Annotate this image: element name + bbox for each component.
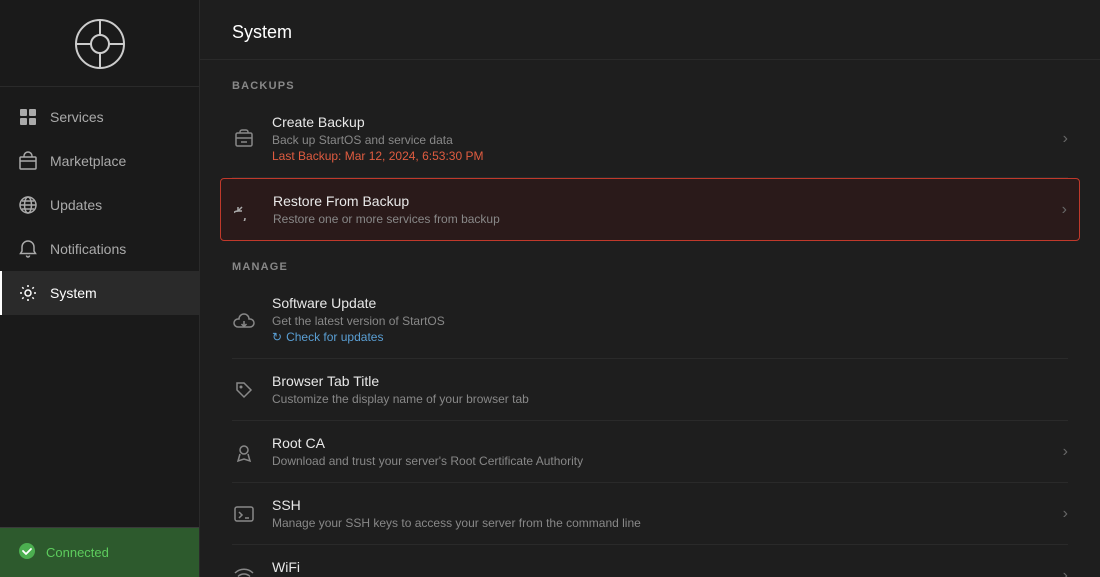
browser-tab-text: Browser Tab Title Customize the display … [272, 373, 1068, 406]
sidebar-item-label: System [50, 285, 97, 301]
bell-icon [18, 239, 38, 259]
connected-label: Connected [46, 545, 109, 560]
sidebar-item-notifications[interactable]: Notifications [0, 227, 199, 271]
logo-area [0, 0, 199, 87]
sidebar-item-label: Notifications [50, 241, 126, 257]
grid-icon [18, 107, 38, 127]
root-ca-desc: Download and trust your server's Root Ce… [272, 454, 1047, 468]
software-update-desc: Get the latest version of StartOS [272, 314, 1068, 328]
list-item-root-ca[interactable]: Root CA Download and trust your server's… [232, 421, 1068, 483]
page-title: System [232, 22, 292, 42]
wifi-title: WiFi [272, 559, 1047, 575]
wifi-text: WiFi Add or remove WiFi networks [272, 559, 1047, 577]
create-backup-title: Create Backup [272, 114, 1047, 130]
create-backup-text: Create Backup Back up StartOS and servic… [272, 114, 1047, 163]
list-item-software-update[interactable]: Software Update Get the latest version o… [232, 281, 1068, 359]
browser-tab-title: Browser Tab Title [272, 373, 1068, 389]
ssh-chevron: › [1063, 505, 1068, 523]
app-logo [74, 18, 126, 70]
create-backup-sub: Last Backup: Mar 12, 2024, 6:53:30 PM [272, 149, 1047, 163]
restore-backup-desc: Restore one or more services from backup [273, 212, 1046, 226]
sidebar-item-updates[interactable]: Updates [0, 183, 199, 227]
sidebar-item-system[interactable]: System [0, 271, 199, 315]
create-backup-chevron: › [1063, 130, 1068, 148]
ssh-title: SSH [272, 497, 1047, 513]
restore-icon [233, 198, 257, 222]
sidebar-item-label: Services [50, 109, 104, 125]
certificate-icon [232, 440, 256, 464]
backup-icon [232, 127, 256, 151]
sidebar: Services Marketplace Updates Notificatio… [0, 0, 200, 577]
list-item-restore-backup[interactable]: Restore From Backup Restore one or more … [220, 178, 1080, 241]
restore-backup-text: Restore From Backup Restore one or more … [273, 193, 1046, 226]
ssh-text: SSH Manage your SSH keys to access your … [272, 497, 1047, 530]
list-item-ssh[interactable]: SSH Manage your SSH keys to access your … [232, 483, 1068, 545]
restore-backup-chevron: › [1062, 201, 1067, 219]
sidebar-item-label: Marketplace [50, 153, 126, 169]
sidebar-item-services[interactable]: Services [0, 95, 199, 139]
ssh-desc: Manage your SSH keys to access your serv… [272, 516, 1047, 530]
gear-icon [18, 283, 38, 303]
software-update-title: Software Update [272, 295, 1068, 311]
main-content: System BACKUPS Create Backup Back up Sta… [200, 0, 1100, 577]
section-header-backups: BACKUPS [232, 60, 1068, 100]
marketplace-icon [18, 151, 38, 171]
root-ca-title: Root CA [272, 435, 1047, 451]
globe-icon [18, 195, 38, 215]
nav-items: Services Marketplace Updates Notificatio… [0, 87, 199, 527]
tag-icon [232, 378, 256, 402]
content-area: BACKUPS Create Backup Back up StartOS an… [200, 60, 1100, 577]
root-ca-chevron: › [1063, 443, 1068, 461]
terminal-icon [232, 502, 256, 526]
check-updates-link[interactable]: ↻ Check for updates [272, 330, 1068, 344]
restore-backup-title: Restore From Backup [273, 193, 1046, 209]
connected-icon [18, 542, 36, 563]
list-item-browser-tab-title[interactable]: Browser Tab Title Customize the display … [232, 359, 1068, 421]
wifi-chevron: › [1063, 567, 1068, 577]
list-item-create-backup[interactable]: Create Backup Back up StartOS and servic… [232, 100, 1068, 178]
software-update-text: Software Update Get the latest version o… [272, 295, 1068, 344]
sidebar-item-label: Updates [50, 197, 102, 213]
browser-tab-desc: Customize the display name of your brows… [272, 392, 1068, 406]
sidebar-item-marketplace[interactable]: Marketplace [0, 139, 199, 183]
root-ca-text: Root CA Download and trust your server's… [272, 435, 1047, 468]
connected-status: Connected [0, 527, 199, 577]
create-backup-desc: Back up StartOS and service data [272, 133, 1047, 147]
section-header-manage: MANAGE [232, 241, 1068, 281]
page-header: System [200, 0, 1100, 60]
list-item-wifi[interactable]: WiFi Add or remove WiFi networks › [232, 545, 1068, 577]
cloud-download-icon [232, 308, 256, 332]
wifi-icon [232, 564, 256, 577]
